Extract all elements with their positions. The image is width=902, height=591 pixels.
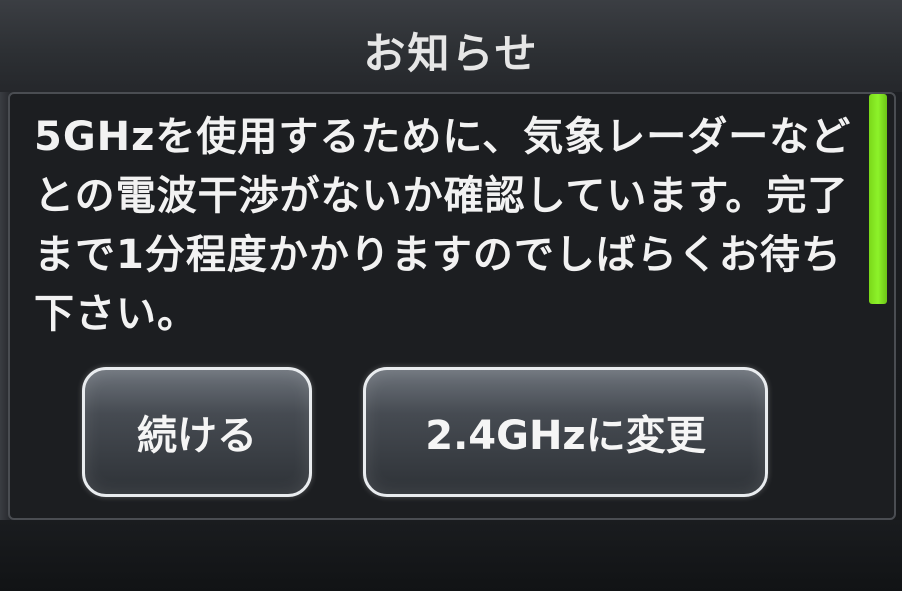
change-to-2-4ghz-button[interactable]: 2.4GHzに変更: [363, 367, 768, 497]
continue-button[interactable]: 続ける: [82, 367, 312, 497]
scrollbar-thumb[interactable]: [869, 94, 887, 304]
continue-button-label: 続ける: [137, 413, 257, 459]
title-bar: お知らせ: [0, 0, 902, 92]
notice-dialog: 5GHzを使用するために、気象レーダーなどとの電波干渉がないか確認しています。完…: [8, 92, 896, 520]
dialog-title: お知らせ: [363, 29, 539, 78]
bottom-bar: [0, 520, 902, 591]
change-button-label: 2.4GHzに変更: [425, 413, 706, 459]
device-screen: お知らせ 5GHzを使用するために、気象レーダーなどとの電波干渉がないか確認して…: [0, 0, 902, 591]
notice-message: 5GHzを使用するために、気象レーダーなどとの電波干渉がないか確認しています。完…: [34, 114, 852, 337]
